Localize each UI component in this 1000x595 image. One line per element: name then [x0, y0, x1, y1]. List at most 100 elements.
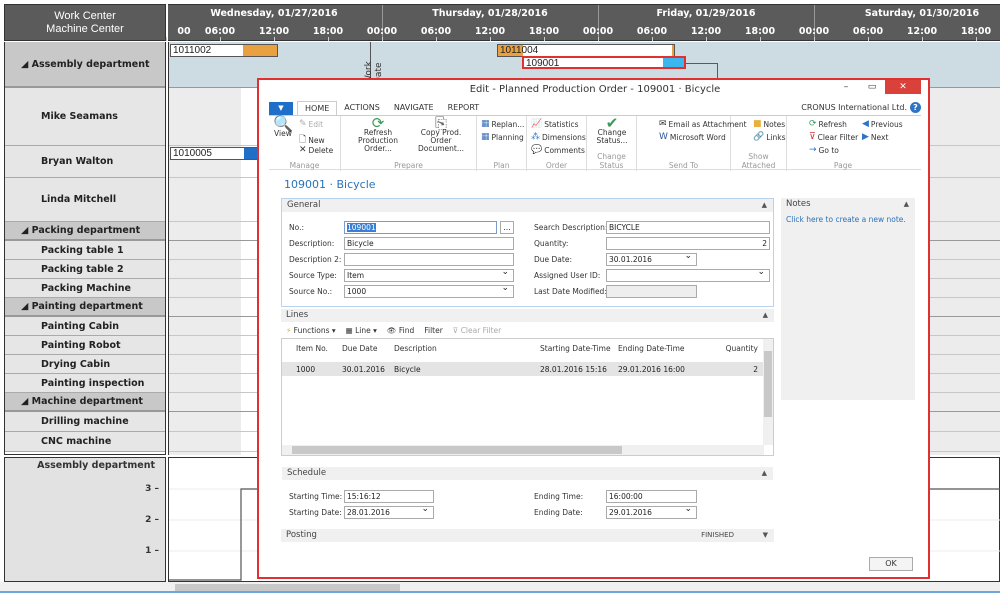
- go-to-button[interactable]: → Go to: [809, 145, 839, 155]
- horizontal-scrollbar[interactable]: [0, 582, 1000, 593]
- col-description[interactable]: Description: [389, 344, 535, 353]
- view-button[interactable]: 🔍 View: [273, 116, 293, 138]
- ending-time-field[interactable]: 16:00:00: [606, 490, 697, 503]
- no-field[interactable]: 109001: [344, 221, 497, 234]
- resource-row[interactable]: Packing table 2: [5, 260, 165, 279]
- tab-home[interactable]: HOME: [297, 101, 338, 115]
- posting-header[interactable]: Posting FINISHED ▼: [281, 529, 774, 542]
- hour-label: 12:00: [474, 26, 506, 37]
- col-start[interactable]: Starting Date-Time: [535, 344, 613, 353]
- group-row[interactable]: ◢ Packing department: [5, 222, 165, 241]
- order-bar[interactable]: 109001: [522, 56, 686, 69]
- group-page: ⟳ Refresh ⊽ Clear Filter → Go to ◀ Previous …: [787, 116, 903, 171]
- col-quantity[interactable]: Quantity: [703, 344, 758, 353]
- resource-row[interactable]: Bryan Walton: [5, 146, 165, 178]
- description-field[interactable]: Bicycle: [344, 237, 514, 250]
- col-end[interactable]: Ending Date-Time: [613, 344, 703, 353]
- scroll-thumb[interactable]: [292, 446, 622, 454]
- hour-tick: [220, 37, 221, 41]
- assigned-user-select[interactable]: [606, 267, 770, 282]
- clear-filter-button[interactable]: ⊽ Clear Filter: [809, 132, 858, 142]
- email-icon: ✉: [659, 119, 667, 129]
- general-header[interactable]: General ▲: [282, 199, 773, 212]
- ok-button[interactable]: OK: [869, 557, 913, 571]
- word-icon: W: [659, 132, 668, 142]
- lines-header[interactable]: Lines ▲: [281, 309, 774, 322]
- group-label: Change Status: [597, 152, 626, 170]
- due-date-field[interactable]: 30.01.2016: [606, 251, 697, 266]
- change-status-button[interactable]: ✔ Change Status...: [593, 116, 631, 145]
- col-item-no[interactable]: Item No.: [282, 344, 337, 353]
- scroll-thumb[interactable]: [764, 351, 772, 417]
- row-label: ◢ Painting department: [21, 301, 143, 312]
- copy-document-button[interactable]: ⎘ Copy Prod. Order Document...: [409, 116, 473, 153]
- close-button[interactable]: ✕: [885, 80, 921, 94]
- refresh-production-order-button[interactable]: ⟳ Refresh Production Order...: [347, 116, 409, 153]
- vertical-scrollbar[interactable]: [763, 339, 773, 445]
- delete-button[interactable]: ✕ Delete: [299, 145, 333, 155]
- refresh-button[interactable]: ⟳ Refresh: [809, 119, 847, 129]
- lookup-button[interactable]: …: [500, 221, 514, 234]
- resource-row[interactable]: Packing table 1: [5, 241, 165, 260]
- resource-row[interactable]: Painting Robot: [5, 336, 165, 355]
- group-row[interactable]: ◢ Assembly department: [5, 42, 165, 88]
- functions-menu[interactable]: ⚡ Functions ▾: [286, 326, 336, 335]
- word-button[interactable]: W Microsoft Word: [659, 132, 726, 142]
- row-label: ◢ Assembly department: [21, 58, 150, 70]
- minimize-button[interactable]: –: [833, 80, 859, 94]
- resource-row[interactable]: Drilling machine: [5, 412, 165, 432]
- resource-row[interactable]: Packing Machine: [5, 279, 165, 298]
- line-menu[interactable]: ▦ Line ▾: [346, 326, 377, 335]
- group-row[interactable]: ◢ Painting department: [5, 298, 165, 317]
- planning-button[interactable]: ▦ Planning: [481, 132, 524, 142]
- links-button[interactable]: 🔗 Links: [753, 132, 786, 142]
- comments-button[interactable]: 💬 Comments: [531, 145, 585, 155]
- scroll-thumb[interactable]: [175, 584, 400, 591]
- document-title: 109001 · Bicycle: [284, 178, 376, 191]
- notes-icon: ■: [753, 119, 762, 129]
- row-label: Linda Mitchell: [41, 194, 117, 205]
- description2-field[interactable]: [344, 253, 514, 266]
- find-button[interactable]: 👁 Find: [387, 326, 414, 335]
- table-row[interactable]: 1000 30.01.2016 Bicycle 28.01.2016 15:16…: [282, 362, 764, 376]
- source-type-select[interactable]: Item: [344, 267, 514, 282]
- tab-actions[interactable]: ACTIONS: [337, 101, 387, 115]
- row-label: Painting inspection: [41, 377, 145, 389]
- lines-columns: Item No. Due Date Description Starting D…: [282, 339, 773, 357]
- tab-report[interactable]: REPORT: [441, 101, 487, 115]
- edit-button[interactable]: ✎ Edit: [299, 119, 323, 129]
- links-icon: 🔗: [753, 132, 765, 142]
- source-no-select[interactable]: 1000: [344, 283, 514, 298]
- filter-button[interactable]: Filter: [424, 326, 443, 335]
- next-button[interactable]: ▶ Next: [862, 132, 888, 142]
- search-description-field[interactable]: BICYCLE: [606, 221, 770, 234]
- dimensions-button[interactable]: ⁂ Dimensions: [531, 132, 586, 142]
- group-row[interactable]: ◢ Machine department: [5, 393, 165, 412]
- starting-time-field[interactable]: 15:16:12: [344, 490, 434, 503]
- maximize-button[interactable]: ▭: [859, 80, 885, 94]
- resource-row[interactable]: Linda Mitchell: [5, 178, 165, 222]
- resource-row[interactable]: Mike Seamans: [5, 88, 165, 146]
- col-due-date[interactable]: Due Date: [337, 344, 389, 353]
- create-note-link[interactable]: Click here to create a new note.: [781, 211, 915, 228]
- starting-date-field[interactable]: 28.01.2016: [344, 504, 434, 519]
- resource-row[interactable]: CNC machine: [5, 432, 165, 452]
- notes-button[interactable]: ■ Notes: [753, 119, 785, 129]
- quantity-field[interactable]: 2: [606, 237, 770, 250]
- statistics-button[interactable]: 📈 Statistics: [531, 119, 579, 129]
- replan-button[interactable]: ▦ Replan...: [481, 119, 524, 129]
- horizontal-scrollbar[interactable]: [282, 445, 764, 455]
- ending-date-field[interactable]: 29.01.2016: [606, 504, 697, 519]
- resource-row[interactable]: Painting Cabin: [5, 317, 165, 336]
- previous-button[interactable]: ◀ Previous: [862, 119, 903, 129]
- schedule-header[interactable]: Schedule ▲: [282, 467, 773, 480]
- resource-row[interactable]: Painting inspection: [5, 374, 165, 393]
- clear-filter-lines-button[interactable]: ⊽ Clear Filter: [453, 326, 501, 335]
- help-icon[interactable]: ?: [910, 102, 921, 113]
- resource-row[interactable]: Drying Cabin: [5, 355, 165, 374]
- order-bar[interactable]: 1011002: [170, 44, 278, 57]
- notes-header[interactable]: Notes ▲: [781, 198, 915, 211]
- tab-navigate[interactable]: NAVIGATE: [387, 101, 441, 115]
- source-type-label: Source Type:: [289, 271, 337, 280]
- group-order: 📈 Statistics ⁂ Dimensions 💬 Comments Order: [527, 116, 587, 171]
